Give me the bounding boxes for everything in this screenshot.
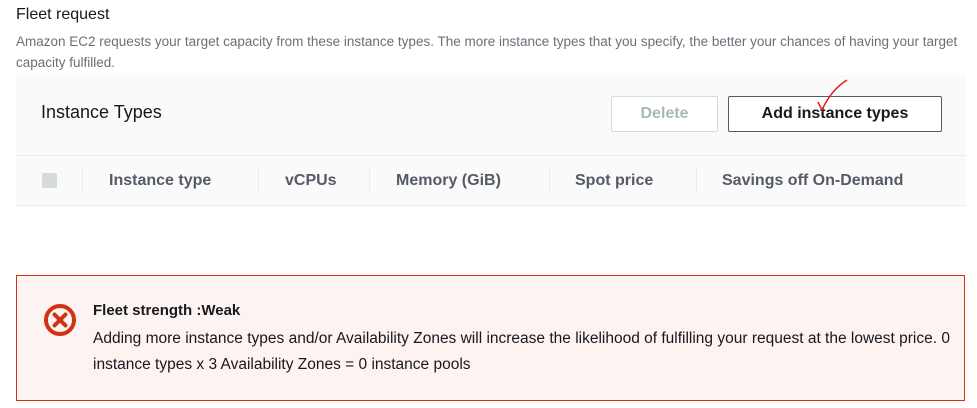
red-checkmark-annotation-icon: [817, 79, 848, 112]
delete-button[interactable]: Delete: [611, 96, 718, 132]
alert-title: Fleet strength :Weak: [93, 302, 241, 319]
column-vcpus[interactable]: vCPUs: [285, 156, 337, 206]
section-title: Fleet request: [16, 6, 110, 23]
table-header: Instance type vCPUs Memory (GiB) Spot pr…: [16, 155, 966, 206]
select-all-checkbox[interactable]: [42, 173, 57, 188]
panel-title: Instance Types: [41, 102, 162, 122]
column-divider: [258, 168, 259, 192]
column-divider: [82, 168, 83, 192]
column-instance-type[interactable]: Instance type: [109, 156, 211, 206]
column-divider: [549, 168, 550, 192]
column-spot-price[interactable]: Spot price: [575, 156, 653, 206]
section-description: Amazon EC2 requests your target capacity…: [16, 34, 958, 70]
error-circle-x-icon: [44, 304, 76, 336]
alert-body: Adding more instance types and/or Availa…: [93, 330, 950, 373]
column-divider: [696, 168, 697, 192]
column-memory[interactable]: Memory (GiB): [396, 156, 501, 206]
column-divider: [369, 168, 370, 192]
fleet-strength-alert: Fleet strength :Weak Adding more instanc…: [16, 275, 965, 401]
column-savings[interactable]: Savings off On-Demand: [722, 156, 903, 206]
